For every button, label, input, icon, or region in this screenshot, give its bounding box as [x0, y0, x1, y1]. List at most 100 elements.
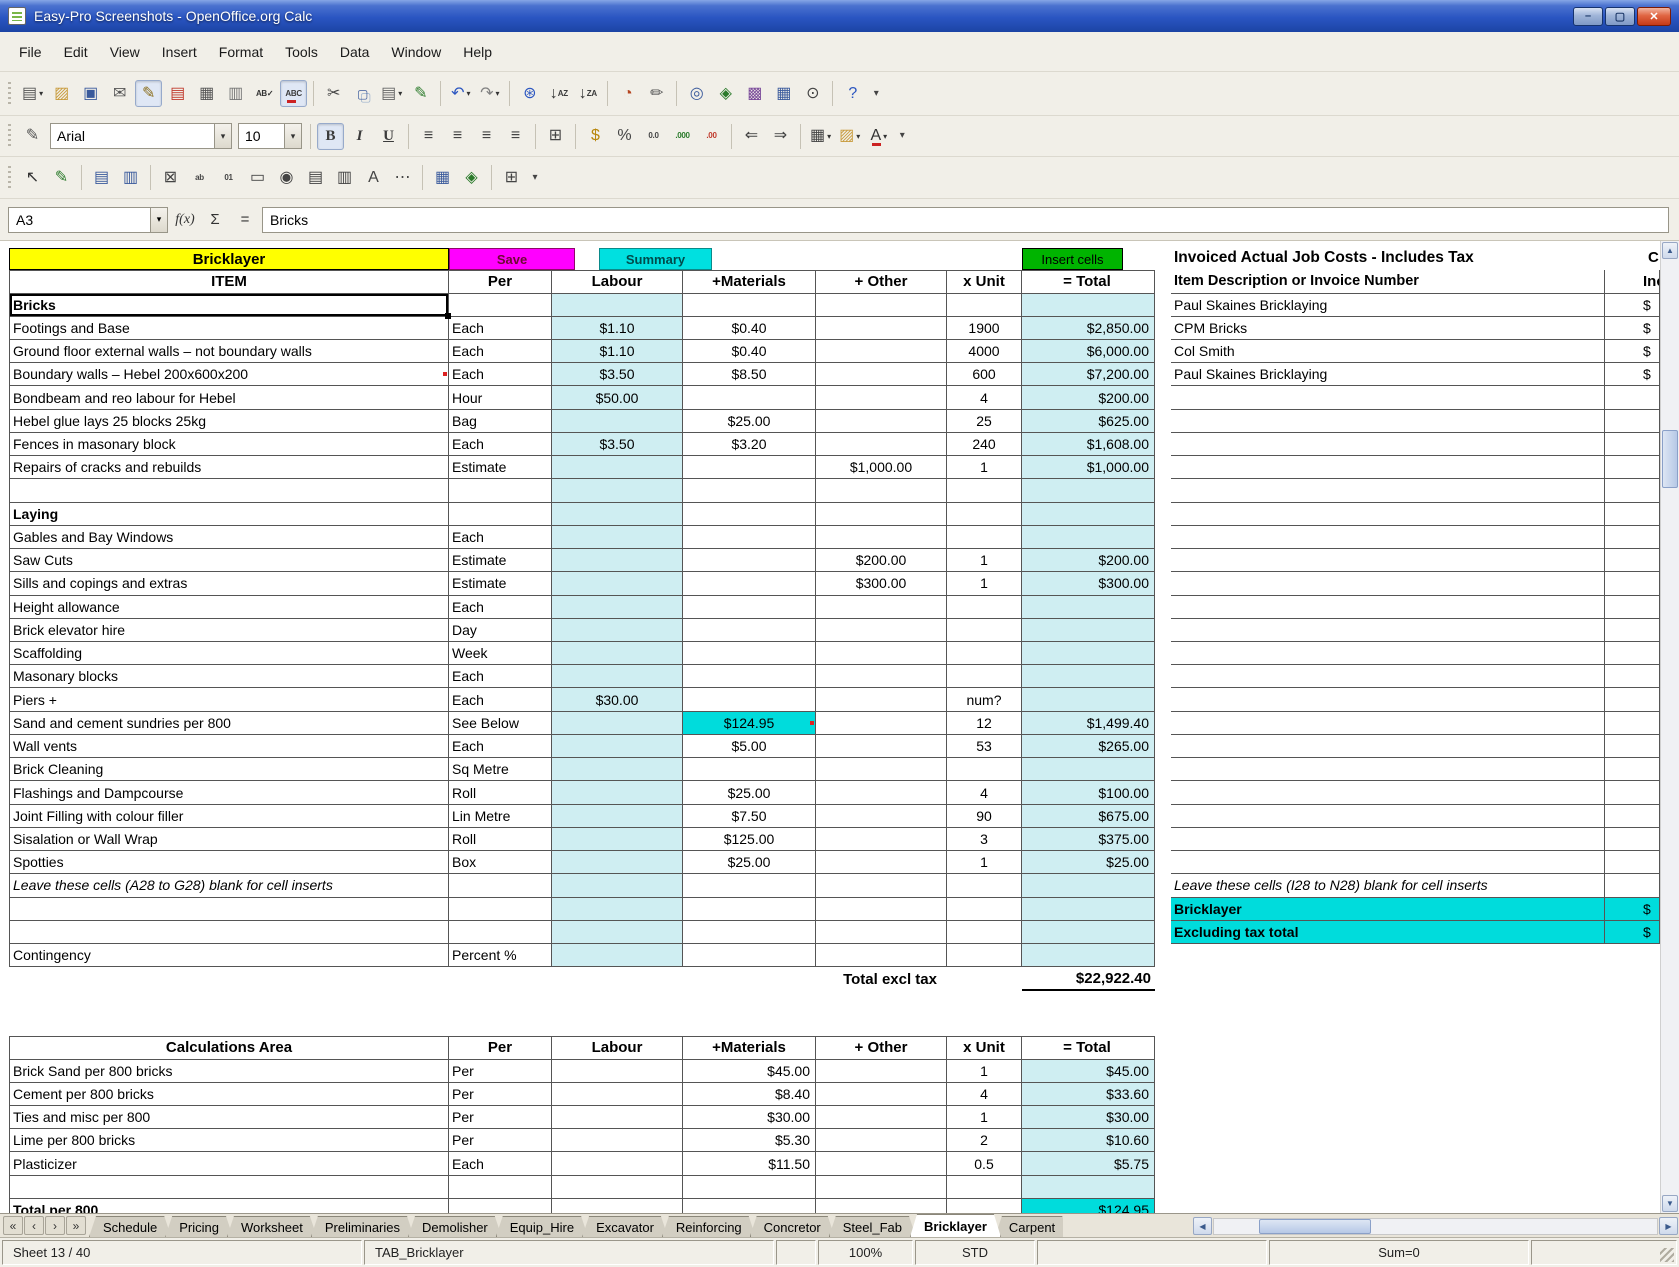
- more-controls-icon[interactable]: ⋯: [389, 164, 416, 191]
- cell-materials[interactable]: [683, 898, 816, 921]
- select-pointer-icon[interactable]: ↖: [19, 164, 46, 191]
- column-header-labour[interactable]: Labour: [552, 270, 683, 294]
- cell-partial[interactable]: [1605, 758, 1660, 781]
- cell-invoice[interactable]: [1171, 386, 1605, 409]
- cell-other[interactable]: [816, 479, 947, 502]
- cell-item[interactable]: [9, 479, 449, 502]
- font-size-combo[interactable]: 10▾: [238, 123, 302, 149]
- vertical-scrollbar-thumb[interactable]: [1662, 430, 1678, 488]
- cell-per[interactable]: [449, 1176, 552, 1199]
- cell-item[interactable]: Wall vents: [9, 735, 449, 758]
- cell-materials[interactable]: [683, 294, 816, 317]
- email-icon[interactable]: ✉: [106, 80, 133, 107]
- cell-gap[interactable]: [1155, 479, 1171, 502]
- summary-macro-button[interactable]: Summary: [599, 248, 712, 270]
- cell-gap[interactable]: [1155, 410, 1171, 433]
- cell-labour[interactable]: [552, 596, 683, 619]
- cell-item[interactable]: Piers +: [9, 688, 449, 711]
- cell-labour[interactable]: [552, 828, 683, 851]
- cut-icon[interactable]: ✂: [320, 80, 347, 107]
- cell-invoice[interactable]: Paul Skaines Bricklaying: [1171, 294, 1605, 317]
- cell-item[interactable]: Saw Cuts: [9, 549, 449, 572]
- cell-item[interactable]: Repairs of cracks and rebuilds: [9, 456, 449, 479]
- cell-partial[interactable]: [1605, 735, 1660, 758]
- cell-other[interactable]: [816, 294, 947, 317]
- cell-labour[interactable]: [552, 294, 683, 317]
- cell-partial[interactable]: [1605, 781, 1660, 804]
- cell-per[interactable]: Each: [449, 1152, 552, 1175]
- cell-item[interactable]: Ground floor external walls – not bounda…: [9, 340, 449, 363]
- menu-file[interactable]: File: [8, 39, 53, 65]
- cell-invoice[interactable]: [1171, 805, 1605, 828]
- cell-unit[interactable]: [947, 596, 1022, 619]
- cell-materials[interactable]: $11.50: [683, 1152, 816, 1175]
- menu-edit[interactable]: Edit: [53, 39, 99, 65]
- cell-labour[interactable]: $3.50: [552, 363, 683, 386]
- cell-invoice[interactable]: [1171, 944, 1605, 967]
- scroll-up-button[interactable]: ▲: [1662, 242, 1678, 259]
- cell-partial[interactable]: [1605, 944, 1660, 967]
- cell-other[interactable]: [816, 410, 947, 433]
- cell-gap[interactable]: [1155, 317, 1171, 340]
- cell-gap[interactable]: [1155, 758, 1171, 781]
- cell-invoice[interactable]: Bricklayer: [1171, 898, 1605, 921]
- borders-icon[interactable]: ▦▾: [807, 123, 834, 150]
- cell-labour[interactable]: [552, 1106, 683, 1129]
- cell-invoice[interactable]: [1171, 410, 1605, 433]
- spellcheck-icon[interactable]: AB✓: [251, 80, 278, 107]
- menu-data[interactable]: Data: [329, 39, 381, 65]
- cell-partial[interactable]: [1605, 596, 1660, 619]
- cell-partial[interactable]: [1605, 619, 1660, 642]
- sheet-tab-worksheet[interactable]: Worksheet: [227, 1216, 317, 1237]
- cell-item[interactable]: [9, 1176, 449, 1199]
- cell-unit[interactable]: 4: [947, 386, 1022, 409]
- sum-button[interactable]: Σ: [202, 207, 228, 233]
- cell-unit[interactable]: 1: [947, 456, 1022, 479]
- cell-materials[interactable]: [683, 874, 816, 897]
- cell-partial[interactable]: $: [1605, 363, 1660, 386]
- first-sheet-button[interactable]: «: [3, 1216, 23, 1235]
- cell-invoice[interactable]: [1171, 433, 1605, 456]
- find-replace-icon[interactable]: ◎: [683, 80, 710, 107]
- gallery-icon[interactable]: ▩: [741, 80, 768, 107]
- cell-per[interactable]: [449, 874, 552, 897]
- vertical-scrollbar[interactable]: ▲ ▼: [1660, 241, 1679, 1213]
- cell-other[interactable]: [816, 526, 947, 549]
- cell-total[interactable]: $1,499.40: [1022, 712, 1155, 735]
- cell-other[interactable]: [816, 503, 947, 526]
- cell-partial[interactable]: [1605, 456, 1660, 479]
- cell-materials[interactable]: [683, 479, 816, 502]
- insert-cells-macro-button[interactable]: Insert cells: [1022, 248, 1123, 270]
- cell-gap[interactable]: [1155, 712, 1171, 735]
- cell-total[interactable]: [1022, 688, 1155, 711]
- background-color-icon[interactable]: ▨▾: [836, 123, 863, 150]
- menu-help[interactable]: Help: [452, 39, 503, 65]
- cell-reference-box[interactable]: A3 ▾: [8, 207, 168, 233]
- cell-other[interactable]: [816, 433, 947, 456]
- cell-unit[interactable]: [947, 619, 1022, 642]
- cell-item[interactable]: Laying: [9, 503, 449, 526]
- cell-labour[interactable]: [552, 619, 683, 642]
- cell-materials[interactable]: $30.00: [683, 1106, 816, 1129]
- sort-descending-icon[interactable]: ↓ZA: [574, 80, 601, 107]
- sheet-tab-carpent[interactable]: Carpent: [995, 1216, 1063, 1237]
- cell-gap[interactable]: [1155, 898, 1171, 921]
- cell-unit[interactable]: [947, 758, 1022, 781]
- cell-partial[interactable]: [1605, 410, 1660, 433]
- cell-partial[interactable]: [1605, 828, 1660, 851]
- cell-total[interactable]: [1022, 642, 1155, 665]
- cell-labour[interactable]: $50.00: [552, 386, 683, 409]
- cell-labour[interactable]: [552, 1083, 683, 1106]
- cell-total[interactable]: $25.00: [1022, 851, 1155, 874]
- cell-per[interactable]: Percent %: [449, 944, 552, 967]
- export-pdf-icon[interactable]: ▤: [164, 80, 191, 107]
- cell-labour[interactable]: [552, 898, 683, 921]
- cell-item[interactable]: Flashings and Dampcourse: [9, 781, 449, 804]
- cell-item[interactable]: Height allowance: [9, 596, 449, 619]
- cell-other[interactable]: [816, 340, 947, 363]
- cell-partial[interactable]: [1605, 572, 1660, 595]
- cell-unit[interactable]: 4: [947, 781, 1022, 804]
- cell-item[interactable]: Brick elevator hire: [9, 619, 449, 642]
- cell-materials[interactable]: [683, 642, 816, 665]
- cell-total[interactable]: [1022, 921, 1155, 944]
